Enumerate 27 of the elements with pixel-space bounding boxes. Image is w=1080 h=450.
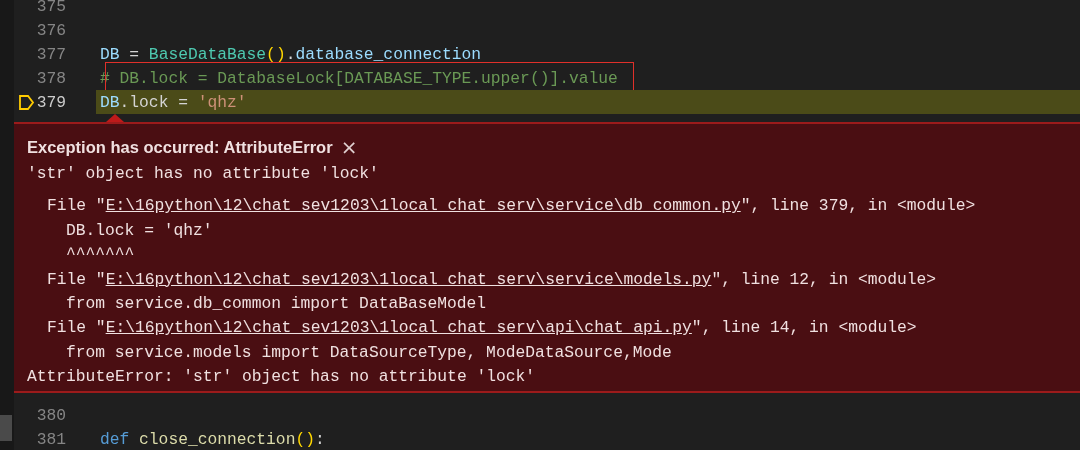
- file-link[interactable]: E:\16python\12\chat_sev1203\1local_chat_serv\service\db_common.py: [105, 196, 741, 216]
- trace-code: DB.lock = 'qhz': [65, 219, 214, 242]
- line-number: 379: [36, 92, 66, 112]
- line-number: 376: [36, 20, 66, 40]
- line-number: 377: [36, 44, 66, 64]
- file-link[interactable]: E:\16python\12\chat_sev1203\1local_chat_serv\service\models.py: [105, 269, 712, 289]
- trace-code: ^^^^^^^: [65, 244, 136, 267]
- code-line: def close_connection():: [100, 429, 325, 449]
- trace-text: ", line 14, in <module>: [691, 318, 917, 338]
- trace-text: File ": [47, 318, 106, 338]
- trace-text: ", line 379, in <module>: [740, 196, 976, 216]
- error-message: AttributeError: 'str' object has no attribute 'lock': [27, 366, 537, 389]
- exception-message: 'str' object has no attribute 'lock': [27, 163, 380, 185]
- trace-code: from service.models import DataSourceType, ModeDataSource,Mode: [65, 341, 673, 364]
- line-number: 380: [36, 405, 66, 425]
- line-number: 381: [36, 429, 66, 449]
- line-number: 378: [36, 68, 66, 88]
- code-line: DB = BaseDataBase().database_connection: [100, 44, 482, 64]
- trace-code: from service.db_common import DataBaseModel: [65, 292, 488, 315]
- trace-text: ", line 12, in <module>: [711, 269, 937, 289]
- close-button[interactable]: ×: [338, 137, 360, 157]
- line-number: 375: [36, 0, 66, 16]
- exception-title: Exception has occurred: AttributeError: [27, 137, 333, 157]
- trace-text: File ": [47, 196, 106, 216]
- file-link[interactable]: E:\16python\12\chat_sev1203\1local_chat_serv\api\chat_api.py: [105, 318, 692, 338]
- code-line: DB.lock = 'qhz': [100, 92, 247, 112]
- trace-text: File ": [47, 269, 106, 289]
